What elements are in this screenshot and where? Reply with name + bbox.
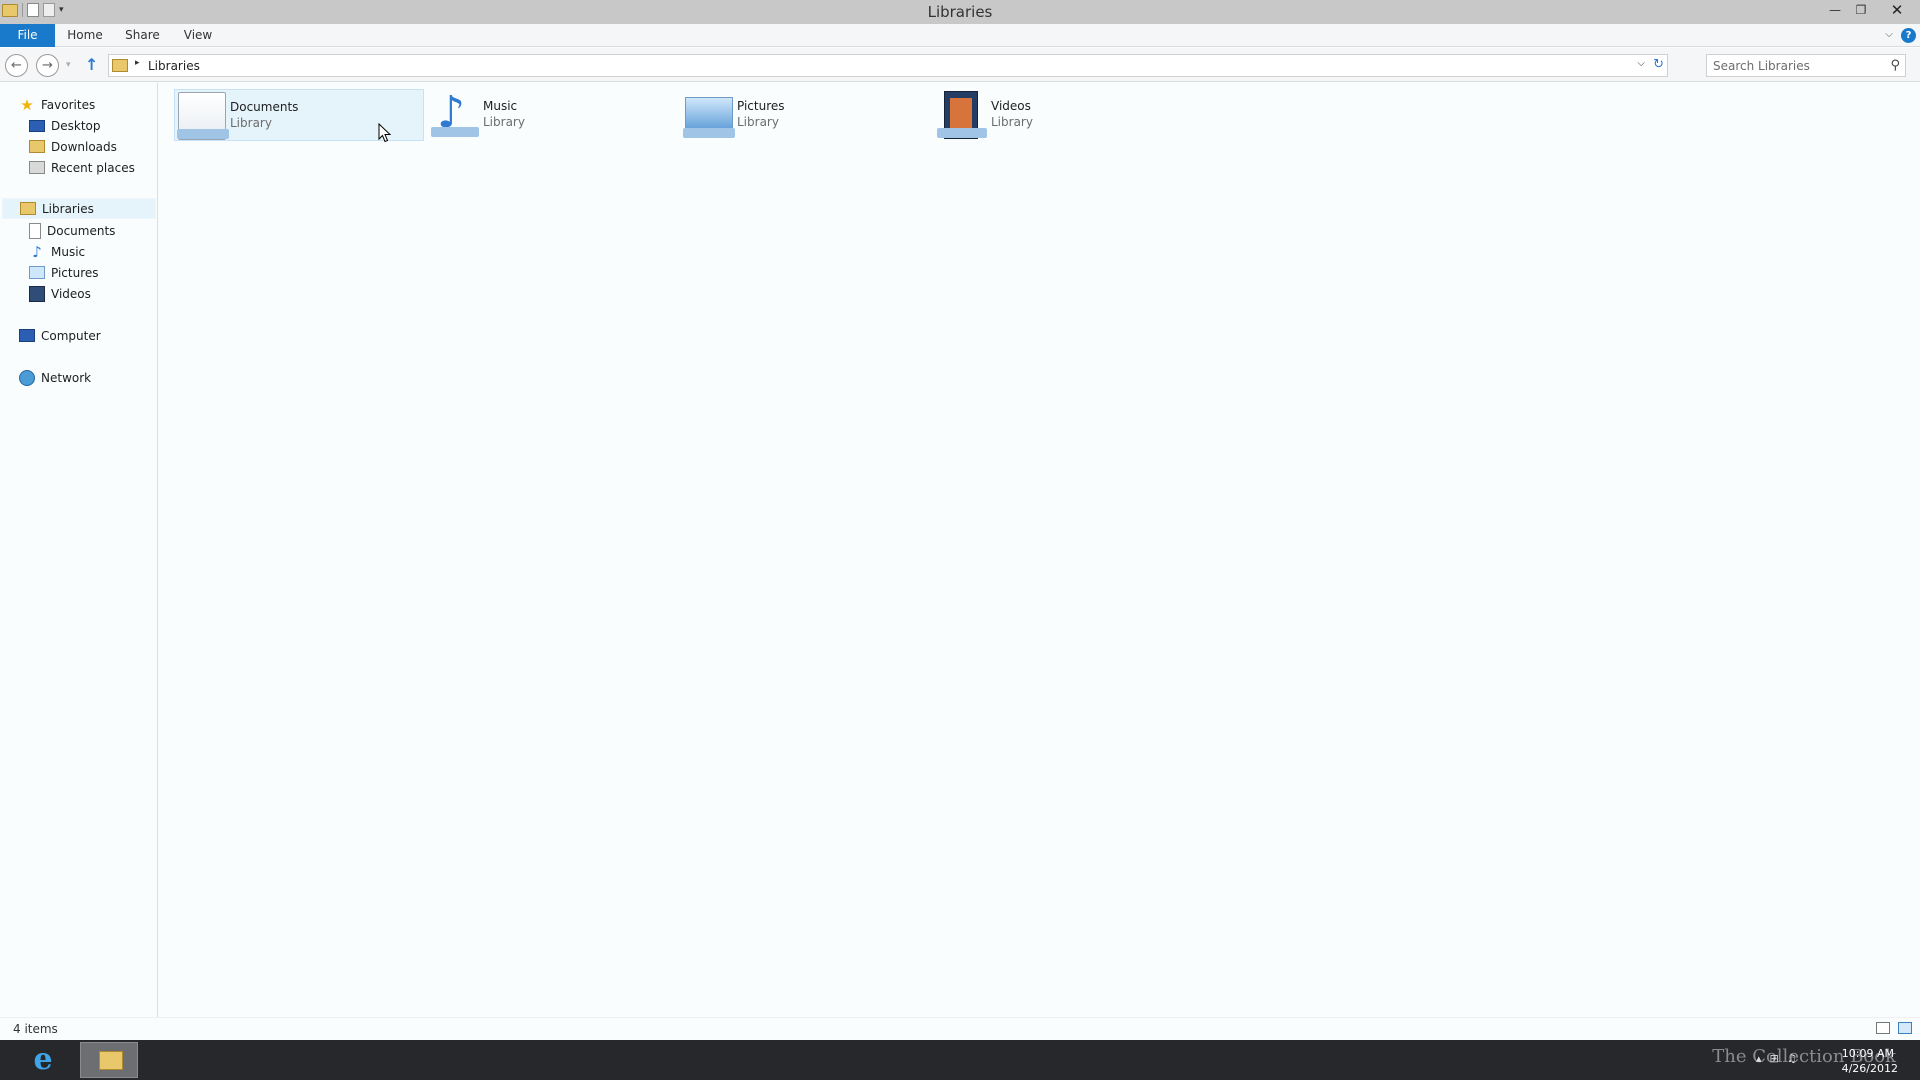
library-tile-pictures[interactable]: Pictures Library [682,89,932,141]
desktop-icon [29,119,45,132]
nav-label: Favorites [41,97,96,112]
search-icon[interactable]: ⚲ [1890,58,1900,73]
address-history-chevron-icon[interactable]: ⌵ [1637,58,1645,69]
videos-library-icon [937,91,987,139]
breadcrumb-libraries[interactable]: Libraries [148,59,200,73]
nav-label: Desktop [51,118,101,133]
search-input[interactable] [1707,55,1877,76]
nav-label: Music [51,244,86,259]
recent-places-icon [29,161,45,174]
nav-label: Computer [41,328,101,343]
forward-button[interactable]: → [36,54,59,77]
nav-item-music[interactable]: ♪ Music [29,241,85,262]
large-icons-view-icon[interactable] [1898,1022,1912,1034]
videos-icon [29,285,45,302]
nav-item-downloads[interactable]: Downloads [29,136,117,157]
address-bar[interactable]: ▸ Libraries ⌵ ↻ [108,54,1668,77]
item-count: 4 items [13,1022,58,1036]
nav-item-videos[interactable]: Videos [29,283,91,304]
nav-item-desktop[interactable]: Desktop [29,115,101,136]
nav-item-documents[interactable]: Documents [29,220,115,241]
pictures-icon [29,266,45,279]
library-tile-music[interactable]: Music Library [428,87,678,141]
maximize-button[interactable]: ❐ [1848,0,1874,20]
internet-explorer-icon[interactable]: e [24,1042,62,1078]
recent-locations-chevron-icon[interactable]: ▾ [66,60,71,70]
network-tray-icon[interactable]: ⊞ [1770,1052,1779,1065]
help-button[interactable]: ? [1901,28,1916,43]
tab-home[interactable]: Home [62,24,108,47]
ribbon-tabs: File Home Share View ⌵ ? [0,24,1920,47]
item-type: Library [230,116,272,130]
item-type: Library [483,115,525,129]
clock-date[interactable]: 4/26/2012 [1842,1062,1898,1075]
nav-label: Pictures [51,265,99,280]
taskbar: e The Collection Book ▴ ⊞ ♫ 10:09 AM 4/2… [0,1040,1920,1080]
libraries-icon [20,202,36,215]
file-list: Documents Library Music Library Pictures… [159,83,1920,1017]
system-tray: The Collection Book ▴ ⊞ ♫ 10:09 AM 4/26/… [1660,1040,1920,1080]
folder-icon [99,1051,123,1070]
item-name: Music [483,99,518,113]
nav-label: Network [41,370,92,385]
star-icon: ★ [20,95,34,114]
item-name: Pictures [737,99,785,113]
window-controls: — ❐ ✕ [1822,0,1920,20]
libraries-icon [112,59,128,72]
customize-toolbar-chevron-icon[interactable]: ▾ [59,3,67,17]
tab-share[interactable]: Share [120,24,165,47]
item-type: Library [991,115,1033,129]
music-icon: ♪ [32,242,42,261]
nav-label: Libraries [42,201,94,216]
documents-icon [29,222,41,239]
search-box[interactable]: ⚲ [1706,54,1906,77]
pictures-library-icon [683,97,735,138]
navigation-pane: ★ Favorites Desktop Downloads Recent pla… [0,83,158,1017]
window-title: Libraries [927,3,993,21]
library-tile-videos[interactable]: Videos Library [936,89,1186,141]
nav-libraries[interactable]: Libraries [2,198,156,219]
minimize-button[interactable]: — [1822,0,1848,20]
mouse-pointer-icon [378,123,392,143]
properties-icon[interactable] [27,3,39,17]
nav-item-recent-places[interactable]: Recent places [29,157,135,178]
nav-label: Documents [47,223,116,238]
expand-ribbon-chevron-icon[interactable]: ⌵ [1882,28,1896,42]
nav-label: Downloads [51,139,117,154]
nav-item-pictures[interactable]: Pictures [29,262,99,283]
status-bar: 4 items [0,1017,1920,1039]
details-view-icon[interactable] [1876,1022,1890,1034]
nav-label: Recent places [51,160,135,175]
clock-time[interactable]: 10:09 AM [1842,1047,1894,1060]
item-name: Videos [991,99,1031,113]
nav-computer[interactable]: Computer [19,325,101,346]
quick-access-toolbar: ▾ [2,3,67,17]
back-button[interactable]: ← [5,54,28,77]
address-toolbar: ← → ▾ ↑ ▸ Libraries ⌵ ↻ ⚲ [0,48,1920,82]
up-button[interactable]: ↑ [85,57,98,73]
close-button[interactable]: ✕ [1874,0,1920,20]
item-name: Documents [230,100,299,114]
show-hidden-icons-icon[interactable]: ▴ [1756,1052,1762,1065]
refresh-icon[interactable]: ↻ [1653,57,1664,72]
nav-label: Videos [51,286,91,301]
tab-view[interactable]: View [177,24,219,47]
item-type: Library [737,115,779,129]
nav-network[interactable]: Network [19,367,91,388]
computer-icon [19,329,35,342]
tab-file[interactable]: File [0,24,55,47]
new-folder-icon[interactable] [43,3,55,17]
tray-icons: ▴ ⊞ ♫ [1756,1052,1797,1065]
toolbar-divider [22,3,23,17]
folder-icon[interactable] [2,3,18,17]
music-library-icon [431,87,479,139]
breadcrumb-separator-icon[interactable]: ▸ [135,58,140,68]
downloads-icon [29,140,45,153]
volume-icon[interactable]: ♫ [1787,1052,1797,1065]
documents-library-icon [177,92,229,140]
network-icon [19,369,35,386]
file-explorer-taskbar-button[interactable] [80,1042,138,1078]
nav-favorites[interactable]: ★ Favorites [19,94,95,115]
title-bar: ▾ Libraries — ❐ ✕ [0,0,1920,24]
